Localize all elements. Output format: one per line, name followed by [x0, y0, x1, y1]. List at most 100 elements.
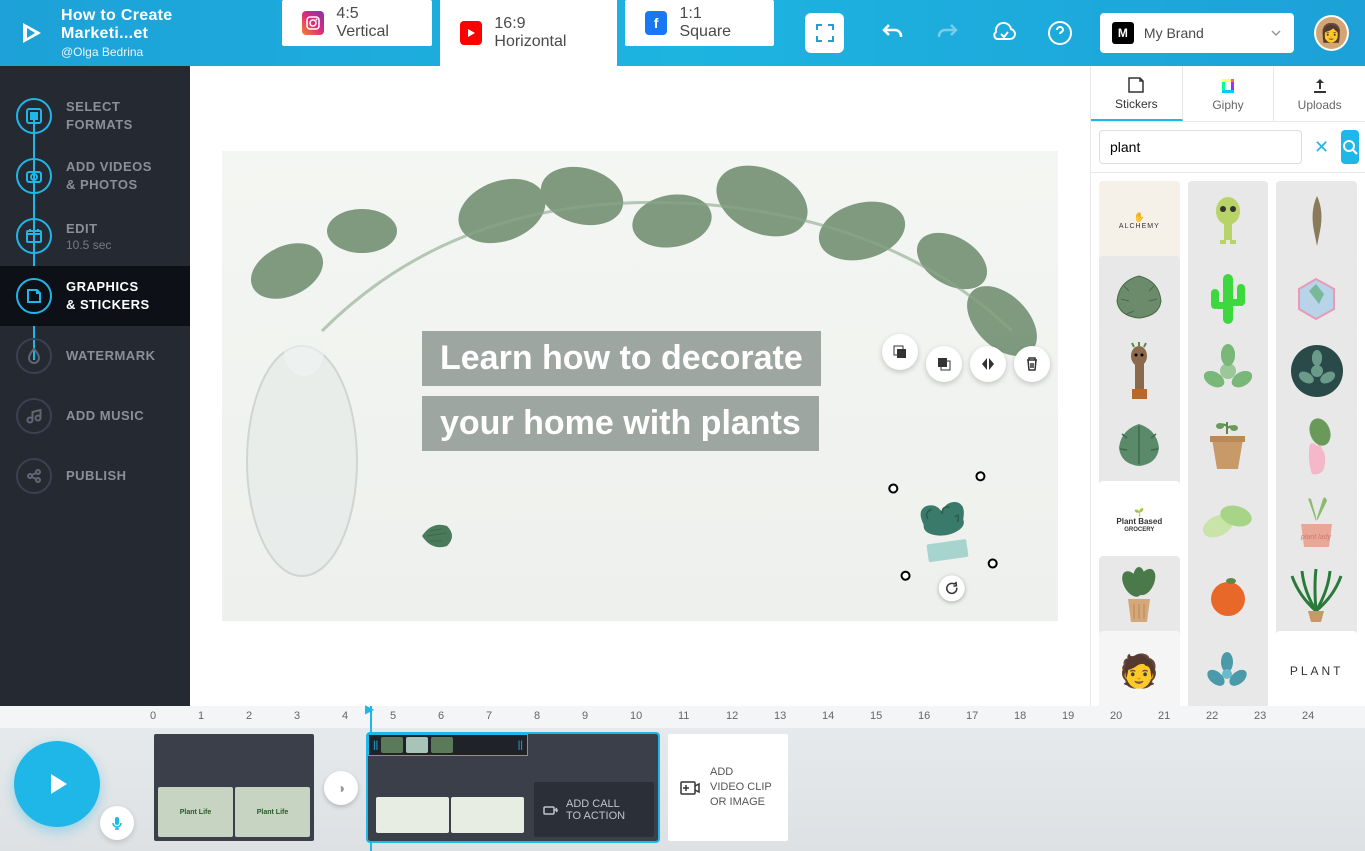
- canvas-area[interactable]: Learn how to decorate your home with pla…: [190, 66, 1090, 706]
- ruler-tick: 6: [438, 710, 444, 722]
- ruler-tick: 22: [1206, 710, 1218, 722]
- step-edit[interactable]: EDIT 10.5 sec: [0, 206, 190, 266]
- sticker-orange[interactable]: [1188, 556, 1269, 637]
- play-button[interactable]: [14, 741, 100, 827]
- sticker-person[interactable]: 🧑: [1099, 631, 1180, 706]
- sticker-alien[interactable]: [1188, 181, 1269, 262]
- sticker-groot[interactable]: [1099, 331, 1180, 412]
- clip-thumb: [376, 797, 449, 833]
- text-overlay[interactable]: Learn how to decorate your home with pla…: [422, 331, 821, 461]
- sticker-spider-plant[interactable]: [1276, 556, 1357, 637]
- step-label: GRAPHICS & STICKERS: [66, 278, 150, 313]
- sticker-feather[interactable]: [1276, 181, 1357, 262]
- voiceover-button[interactable]: [100, 806, 134, 840]
- sticker-pot-sprout[interactable]: [1188, 406, 1269, 487]
- ruler-tick: 12: [726, 710, 738, 722]
- overlay-track[interactable]: || ||: [368, 734, 528, 756]
- undo-button[interactable]: [872, 13, 912, 53]
- cta-label: ADD CALL TO ACTION: [566, 798, 625, 822]
- ruler-tick: 18: [1014, 710, 1026, 722]
- step-add-videos[interactable]: ADD VIDEOS & PHOTOS: [0, 146, 190, 206]
- ruler-tick: 8: [534, 710, 540, 722]
- brand-selector[interactable]: M My Brand: [1100, 13, 1294, 53]
- user-avatar[interactable]: 👩: [1314, 15, 1349, 51]
- ruler-tick: 4: [342, 710, 348, 722]
- clip-thumb: [451, 797, 524, 833]
- clear-search-button[interactable]: ✕: [1308, 130, 1335, 164]
- cloud-save-button[interactable]: [984, 13, 1024, 53]
- sticker-hand-leaf[interactable]: [1276, 406, 1357, 487]
- text-line-2[interactable]: your home with plants: [422, 396, 819, 451]
- tab-label: Uploads: [1298, 98, 1342, 112]
- sticker-succulent-dark[interactable]: [1276, 331, 1357, 412]
- fullscreen-button[interactable]: [805, 13, 844, 53]
- sticker-succulent-blue[interactable]: [1188, 631, 1269, 706]
- sticker-succulent-top[interactable]: [1188, 331, 1269, 412]
- step-label: PUBLISH: [66, 467, 127, 485]
- app-logo[interactable]: [16, 18, 45, 48]
- sticker-plant-lady[interactable]: plant lady: [1276, 481, 1357, 562]
- format-tab-horizontal[interactable]: 16:9 Horizontal: [440, 0, 617, 66]
- sticker-plant-based[interactable]: 🌱Plant BasedGROCERY: [1099, 481, 1180, 562]
- add-clip-icon: [678, 776, 702, 800]
- ruler-tick: 0: [150, 710, 156, 722]
- edit-icon: [16, 218, 52, 254]
- share-icon: [16, 458, 52, 494]
- ruler-tick: 20: [1110, 710, 1122, 722]
- timeline-ruler[interactable]: 0123456789101112131415161718192021222324: [0, 706, 1365, 728]
- sticker-alchemy[interactable]: ✋ALCHEMY: [1099, 181, 1180, 262]
- format-tab-vertical[interactable]: 4:5 Vertical: [282, 0, 432, 46]
- clip-2[interactable]: 3 sec ✕ || || ADD CALL TO ACTION: [368, 734, 658, 841]
- flip-button[interactable]: [970, 346, 1006, 382]
- tab-label: Giphy: [1212, 98, 1243, 112]
- add-clip-button[interactable]: ADD VIDEO CLIP OR IMAGE: [668, 734, 788, 841]
- sticker-cactus[interactable]: [1188, 256, 1269, 337]
- step-add-music[interactable]: ADD MUSIC: [0, 386, 190, 446]
- project-title[interactable]: How to Create Marketi...et: [61, 7, 258, 43]
- send-back-button[interactable]: [926, 346, 962, 382]
- step-graphics-stickers[interactable]: GRAPHICS & STICKERS: [0, 266, 190, 326]
- step-publish[interactable]: PUBLISH: [0, 446, 190, 506]
- formats-icon: [16, 98, 52, 134]
- step-select-formats[interactable]: SELECT FORMATS: [0, 86, 190, 146]
- selected-sticker[interactable]: [892, 475, 994, 577]
- instagram-icon: [302, 11, 325, 35]
- sticker-search-input[interactable]: [1099, 130, 1302, 164]
- sticker-grid[interactable]: ✋ALCHEMY 🌱Plant BasedGROCERY plant lady …: [1091, 173, 1365, 706]
- video-preview[interactable]: Learn how to decorate your home with pla…: [222, 151, 1058, 621]
- help-button[interactable]: [1040, 13, 1080, 53]
- sticker-crystal-box[interactable]: [1276, 256, 1357, 337]
- sticker-monstera-leaf[interactable]: [1099, 256, 1180, 337]
- text-line-1[interactable]: Learn how to decorate: [422, 331, 821, 386]
- timeline: 0123456789101112131415161718192021222324…: [0, 706, 1365, 851]
- format-tab-square[interactable]: f 1:1 Square: [625, 0, 774, 46]
- tab-uploads[interactable]: Uploads: [1274, 66, 1365, 121]
- camera-icon: [16, 158, 52, 194]
- ruler-tick: 2: [246, 710, 252, 722]
- clip-1[interactable]: Plant Life Plant Life: [154, 734, 314, 841]
- tab-stickers[interactable]: Stickers: [1091, 66, 1183, 121]
- project-title-block: How to Create Marketi...et @Olga Bedrina: [61, 7, 258, 59]
- ruler-tick: 14: [822, 710, 834, 722]
- step-watermark[interactable]: WATERMARK: [0, 326, 190, 386]
- redo-button[interactable]: [928, 13, 968, 53]
- ruler-tick: 5: [390, 710, 396, 722]
- sticker-leaves[interactable]: [1188, 481, 1269, 562]
- ruler-tick: 13: [774, 710, 786, 722]
- sticker-monstera2[interactable]: [1099, 406, 1180, 487]
- tab-giphy[interactable]: Giphy: [1183, 66, 1275, 121]
- ruler-tick: 9: [582, 710, 588, 722]
- search-button[interactable]: [1341, 130, 1359, 164]
- step-label: EDIT: [66, 220, 111, 238]
- step-label: ADD MUSIC: [66, 407, 144, 425]
- delete-button[interactable]: [1014, 346, 1050, 382]
- sticker-potted[interactable]: [1099, 556, 1180, 637]
- sticker-plant-text[interactable]: PLANT: [1276, 631, 1357, 706]
- transition-button[interactable]: ◑: [324, 771, 358, 805]
- bring-front-button[interactable]: [882, 334, 918, 370]
- ruler-tick: 16: [918, 710, 930, 722]
- add-cta-button[interactable]: ADD CALL TO ACTION: [534, 782, 654, 837]
- brand-label: My Brand: [1144, 25, 1260, 41]
- ruler-tick: 3: [294, 710, 300, 722]
- ruler-tick: 10: [630, 710, 642, 722]
